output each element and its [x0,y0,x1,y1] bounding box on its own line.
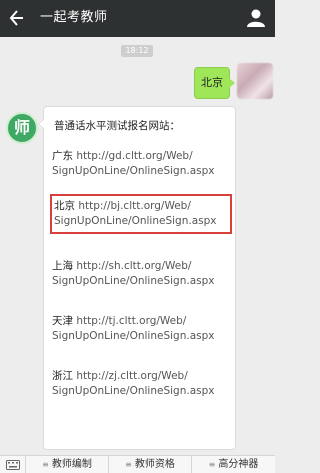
site-entry-tianjin: 天津 http://tj.cltt.org/Web/SignUpOnLine/O… [52,314,230,344]
menu-item-teacher-qualification[interactable]: ≡ 教师资格 [109,456,192,473]
site-city: 天津 [52,315,73,327]
menu-item-teacher-establishment[interactable]: ≡ 教师编制 [26,456,109,473]
site-city: 浙江 [52,370,73,382]
account-avatar[interactable]: 师 [6,112,38,144]
back-arrow-icon[interactable] [8,6,30,30]
site-link[interactable]: http://bj.cltt.org/Web/SignUpOnLine/Onli… [54,200,216,227]
site-entry-zhejiang: 浙江 http://zj.cltt.org/Web/SignUpOnLine/O… [52,369,230,399]
site-link[interactable]: http://gd.cltt.org/Web/SignUpOnLine/Onli… [52,150,214,177]
menu-list-icon: ≡ [208,460,216,469]
menu-list-icon: ≡ [42,460,49,469]
chat-header: 一起考教师 [0,0,275,37]
chat-title: 一起考教师 [40,10,108,25]
site-city: 广东 [52,150,73,162]
user-avatar[interactable] [237,63,273,99]
site-link[interactable]: http://sh.cltt.org/Web/SignUpOnLine/Onli… [52,260,214,287]
menu-list-icon: ≡ [125,460,132,469]
bottom-menu: ≡ 教师编制 ≡ 教师资格 ≡ 高分神器 [0,455,275,473]
site-link[interactable]: http://zj.cltt.org/Web/SignUpOnLine/Onli… [52,370,214,397]
person-icon[interactable] [245,7,267,29]
site-city: 上海 [52,260,73,272]
site-entry-shanghai: 上海 http://sh.cltt.org/Web/SignUpOnLine/O… [52,259,230,289]
sent-message-bubble[interactable]: 北京 [194,67,235,99]
site-entry-guangdong: 广东 http://gd.cltt.org/Web/SignUpOnLine/O… [52,149,230,179]
site-city: 北京 [54,200,75,212]
message-timestamp: 18:12 [121,45,153,57]
site-link[interactable]: http://tj.cltt.org/Web/SignUpOnLine/Onli… [52,315,214,342]
reply-message-bubble[interactable]: 普通话水平测试报名网站： 广东 http://gd.cltt.org/Web/S… [38,106,236,450]
keyboard-icon[interactable] [0,456,26,473]
menu-item-high-score-tool[interactable]: ≡ 高分神器 [192,456,275,473]
reply-intro: 普通话水平测试报名网站： [54,120,180,132]
site-entry-beijing-highlighted: 北京 http://bj.cltt.org/Web/SignUpOnLine/O… [50,194,232,234]
